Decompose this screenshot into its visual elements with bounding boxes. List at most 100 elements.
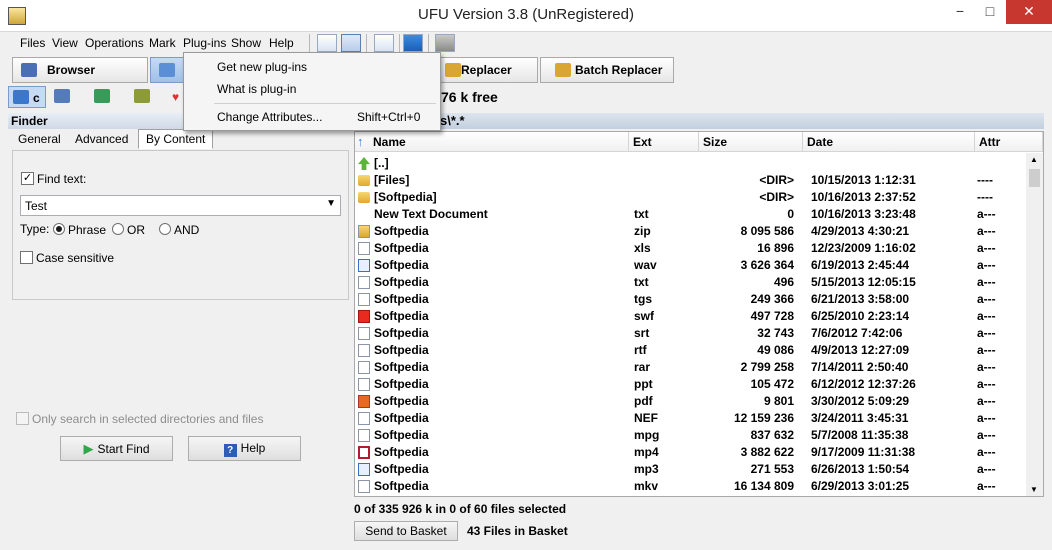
file-ext: zip (634, 224, 651, 238)
help-button[interactable]: ? Help (188, 436, 301, 461)
list-view-icon[interactable] (341, 34, 361, 52)
replacer-mode-button[interactable]: Replacer (440, 57, 538, 83)
doc-file-icon (358, 276, 370, 289)
tab-general[interactable]: General (10, 129, 69, 149)
file-attr: a--- (977, 377, 996, 391)
table-row[interactable]: Softpedia srt 32 743 7/6/2012 7:42:06 a--- (355, 325, 1025, 342)
file-size: 105 472 (750, 377, 794, 391)
column-ext[interactable]: Ext (629, 132, 699, 152)
table-row[interactable]: Softpedia mkv 16 134 809 6/29/2013 3:01:25 a… (355, 478, 1025, 495)
file-date: 6/19/2013 2:45:44 (811, 258, 910, 272)
table-row[interactable]: Softpedia NEF 12 159 236 3/24/2011 3:45:31 a… (355, 410, 1025, 427)
browser-mode-button[interactable]: Browser (12, 57, 148, 83)
checklist-icon[interactable] (374, 34, 394, 52)
minimize-button[interactable]: − (945, 0, 975, 24)
menu-mark[interactable]: Mark (149, 36, 176, 50)
table-row[interactable]: Softpedia rtf 49 086 4/9/2013 12:27:09 a--- (355, 342, 1025, 359)
table-row[interactable]: [Softpedia] <DIR> 10/16/2013 2:37:52 ---- (355, 189, 1025, 206)
toolbar-separator (399, 34, 400, 52)
file-name: Softpedia (374, 411, 429, 425)
table-row[interactable]: Softpedia swf 497 728 6/25/2010 2:23:14 a--- (355, 308, 1025, 325)
network-drive[interactable]: \ (94, 86, 114, 126)
case-sensitive-checkbox[interactable] (20, 251, 33, 264)
drive-icon (13, 90, 29, 104)
column-name[interactable]: Name (369, 132, 629, 152)
table-row[interactable]: [Files] <DIR> 10/15/2013 1:12:31 ---- (355, 172, 1025, 189)
table-row[interactable]: Softpedia wav 3 626 364 6/19/2013 2:45:44 a-… (355, 257, 1025, 274)
doc-file-icon (358, 378, 370, 391)
table-row[interactable]: New Text Document txt 0 10/16/2013 3:23:48 a… (355, 206, 1025, 223)
scroll-down-icon[interactable]: ▼ (1030, 485, 1038, 494)
maximize-button[interactable]: □ (975, 0, 1005, 24)
table-row[interactable]: Softpedia mpg 837 632 5/7/2008 11:35:38 a--- (355, 427, 1025, 444)
find-text-checkbox[interactable]: ✓ (21, 172, 34, 185)
table-row[interactable]: Softpedia txt 496 5/15/2013 12:05:15 a--- (355, 274, 1025, 291)
status-text: 0 of 335 926 k in 0 of 60 files selected (354, 502, 567, 516)
file-attr: a--- (977, 394, 996, 408)
file-size: 12 159 236 (733, 411, 794, 425)
start-find-button[interactable]: ▶ Start Find (60, 436, 173, 461)
find-text-input[interactable]: Test ▼ (20, 195, 341, 216)
table-row[interactable]: Softpedia mp3 271 553 6/26/2013 1:50:54 a--- (355, 461, 1025, 478)
heart-icon[interactable]: ♥ (172, 86, 179, 108)
batch-replacer-mode-button[interactable]: Batch Replacer (540, 57, 674, 83)
column-date[interactable]: Date (803, 132, 975, 152)
menu-change-attributes[interactable]: Change Attributes... Shift+Ctrl+0 (184, 106, 440, 128)
menu-files[interactable]: Files (20, 36, 45, 50)
table-row[interactable]: Softpedia rar 2 799 258 7/14/2011 2:50:40 a-… (355, 359, 1025, 376)
toolbar-separator (309, 34, 310, 52)
menu-view[interactable]: View (52, 36, 78, 50)
table-row[interactable]: Softpedia ppt 105 472 6/12/2012 12:37:26 a--… (355, 376, 1025, 393)
file-name: Softpedia (374, 360, 429, 374)
column-attr[interactable]: Attr (975, 132, 1043, 152)
menu-what-is-plugin-label: What is plug-in (217, 82, 297, 96)
settings-icon[interactable] (403, 34, 423, 52)
menu-show[interactable]: Show (231, 36, 261, 50)
file-name: Softpedia (374, 258, 429, 272)
radio-phrase[interactable] (53, 223, 65, 235)
file-size: 497 728 (750, 309, 794, 323)
drive-d[interactable]: d (54, 86, 74, 126)
radio-or-label: OR (127, 223, 145, 237)
scroll-up-icon[interactable]: ▲ (1030, 155, 1038, 164)
menu-plugins[interactable]: Plug-ins (183, 36, 226, 50)
file-date: 3/30/2012 5:09:29 (811, 394, 910, 408)
details-view-icon[interactable] (317, 34, 337, 52)
radio-or[interactable] (112, 223, 124, 235)
radio-and[interactable] (159, 223, 171, 235)
table-row[interactable]: Softpedia pdf 9 801 3/30/2012 5:09:29 a--- (355, 393, 1025, 410)
scrollbar[interactable]: ▲ ▼ (1026, 153, 1043, 496)
doc-file-icon (358, 327, 370, 340)
menu-get-new-plugins[interactable]: Get new plug-ins (184, 56, 440, 78)
close-button[interactable]: ✕ (1006, 0, 1052, 24)
file-ext: mkv (634, 479, 659, 493)
swf-file-icon (358, 310, 370, 323)
only-selected-checkbox[interactable] (16, 412, 29, 425)
file-date: 5/7/2008 11:35:38 (811, 428, 909, 442)
trash-icon[interactable] (435, 34, 455, 52)
tab-by-content[interactable]: By Content (138, 129, 214, 149)
file-name: Softpedia (374, 343, 429, 357)
menu-help[interactable]: Help (269, 36, 294, 50)
file-ext: srt (634, 326, 650, 340)
send-to-basket-button[interactable]: Send to Basket (354, 521, 458, 541)
table-row[interactable]: Softpedia zip 8 095 586 4/29/2013 4:30:21 a-… (355, 223, 1025, 240)
scroll-thumb[interactable] (1029, 169, 1040, 187)
table-row[interactable]: Softpedia xls 16 896 12/23/2009 1:16:02 a--- (355, 240, 1025, 257)
file-list[interactable]: ↑ Name Ext Size Date Attr [..] [Files] <DI… (354, 131, 1044, 497)
drive-c[interactable]: c (8, 86, 46, 108)
column-size[interactable]: Size (699, 132, 803, 152)
zip-file-icon (358, 225, 370, 238)
table-row[interactable]: Softpedia mp4 3 882 622 9/17/2009 11:31:38 a… (355, 444, 1025, 461)
file-ext: txt (634, 275, 649, 289)
file-name: Softpedia (374, 479, 429, 493)
chevron-down-icon[interactable]: ▼ (326, 198, 336, 209)
tab-advanced[interactable]: Advanced (67, 129, 136, 149)
table-row[interactable]: Softpedia tgs 249 366 6/21/2013 3:58:00 a--- (355, 291, 1025, 308)
table-row[interactable]: [..] (355, 155, 1025, 172)
menu-operations[interactable]: Operations (85, 36, 144, 50)
menu-what-is-plugin[interactable]: What is plug-in (184, 78, 440, 100)
favorites-drive[interactable]: * (134, 86, 154, 126)
file-ext: rar (634, 360, 651, 374)
file-attr: a--- (977, 224, 996, 238)
